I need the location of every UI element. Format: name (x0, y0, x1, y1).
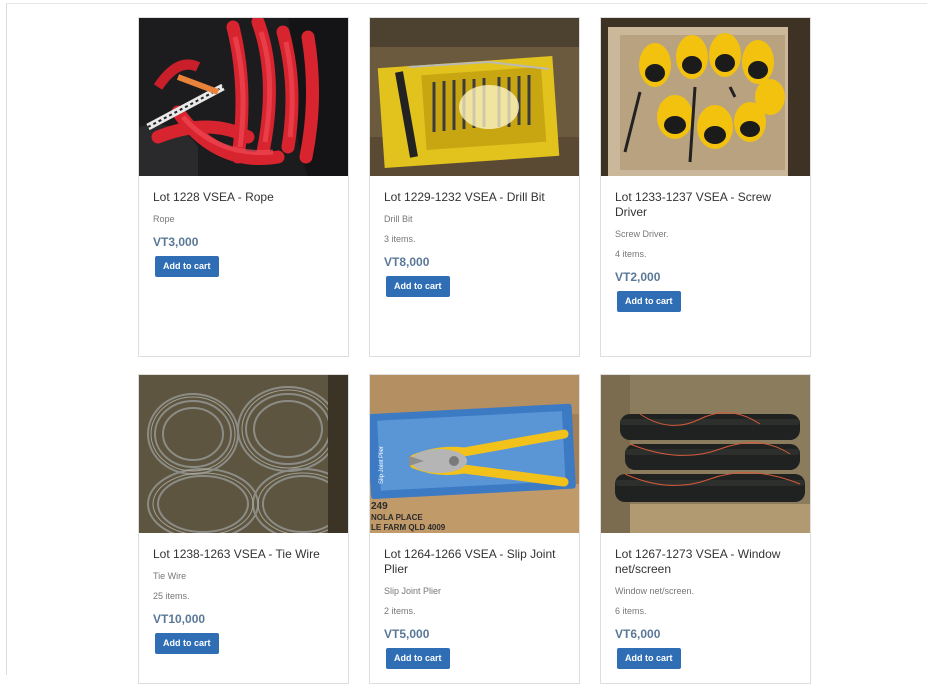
product-description: Window net/screen. (615, 586, 695, 596)
product-card: Lot 1238-1263 VSEA - Tie Wire Tie Wire 2… (138, 374, 349, 684)
product-description: Tie Wire (153, 571, 187, 581)
screwdriver-photo[interactable] (601, 18, 810, 176)
box-number-text: 249 (371, 501, 388, 512)
add-to-cart-button[interactable]: Add to cart (155, 633, 219, 654)
add-to-cart-button[interactable]: Add to cart (386, 648, 450, 669)
rope-photo[interactable] (139, 18, 348, 176)
product-quantity: 3 items. (384, 234, 416, 244)
product-title[interactable]: Lot 1238-1263 VSEA - Tie Wire (153, 547, 334, 562)
window-net-photo[interactable] (601, 375, 810, 533)
product-price: VT3,000 (153, 235, 199, 249)
product-price: VT8,000 (384, 255, 430, 269)
product-quantity: 2 items. (384, 606, 416, 616)
product-price: VT6,000 (615, 627, 661, 641)
product-title[interactable]: Lot 1233-1237 VSEA - Screw Driver (615, 190, 796, 220)
tie-wire-photo[interactable] (139, 375, 348, 533)
product-description: Drill Bit (384, 214, 413, 224)
plier-photo[interactable]: 249 NOLA PLACE LE FARM QLD 4009 Slip Joi… (370, 375, 579, 533)
product-price: VT5,000 (384, 627, 430, 641)
product-card: Lot 1229-1232 VSEA - Drill Bit Drill Bit… (369, 17, 580, 357)
product-card: Lot 1233-1237 VSEA - Screw Driver Screw … (600, 17, 811, 357)
add-to-cart-button[interactable]: Add to cart (617, 291, 681, 312)
product-quantity: 4 items. (615, 249, 647, 259)
drill-bit-photo[interactable] (370, 18, 579, 176)
product-card: Lot 1267-1273 VSEA - Window net/screen W… (600, 374, 811, 684)
product-description: Slip Joint Plier (384, 586, 442, 596)
product-grid: Lot 1228 VSEA - Rope Rope VT3,000 Add to… (0, 0, 927, 684)
add-to-cart-button[interactable]: Add to cart (386, 276, 450, 297)
product-description: Screw Driver. (615, 229, 669, 239)
product-title[interactable]: Lot 1264-1266 VSEA - Slip Joint Plier (384, 547, 565, 577)
product-title[interactable]: Lot 1228 VSEA - Rope (153, 190, 334, 205)
product-title[interactable]: Lot 1267-1273 VSEA - Window net/screen (615, 547, 796, 577)
box-address-line1: NOLA PLACE (371, 513, 423, 522)
box-address-line2: LE FARM QLD 4009 (371, 523, 446, 532)
product-description: Rope (153, 214, 175, 224)
product-card: Lot 1228 VSEA - Rope Rope VT3,000 Add to… (138, 17, 349, 357)
product-quantity: 25 items. (153, 591, 190, 601)
product-card: 249 NOLA PLACE LE FARM QLD 4009 Slip Joi… (369, 374, 580, 684)
add-to-cart-button[interactable]: Add to cart (155, 256, 219, 277)
plier-package-label: Slip Joint Plier (379, 446, 385, 484)
add-to-cart-button[interactable]: Add to cart (617, 648, 681, 669)
product-quantity: 6 items. (615, 606, 647, 616)
product-price: VT10,000 (153, 612, 206, 626)
product-price: VT2,000 (615, 270, 661, 284)
product-title[interactable]: Lot 1229-1232 VSEA - Drill Bit (384, 190, 565, 205)
